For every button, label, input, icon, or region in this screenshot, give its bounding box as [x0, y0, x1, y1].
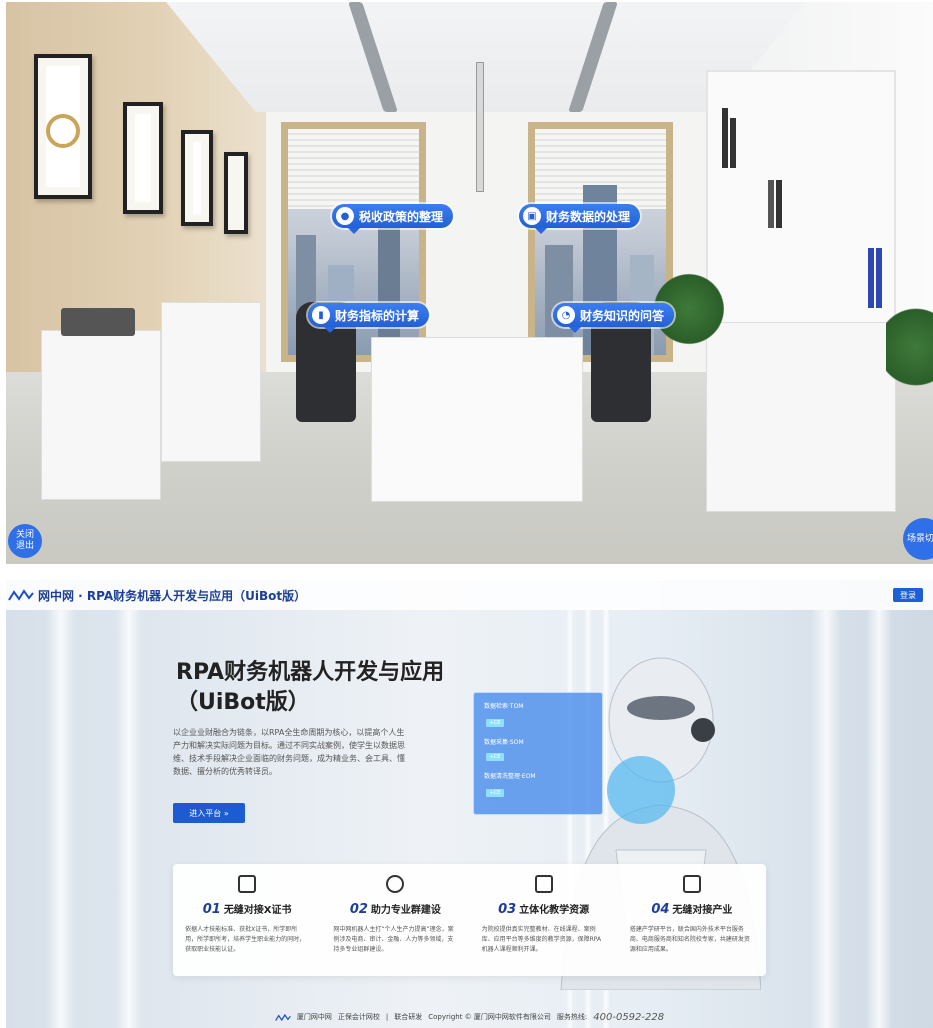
panel-row: 数据检索·TOM — [484, 703, 524, 710]
feature-item: 04 无缝对接产业 搭建产学研平台，联合国内外技术平台服务商、电商服务商和知名院校… — [618, 864, 766, 976]
feature-desc: 搭建产学研平台，联合国内外技术平台服务商、电商服务商和知名院校专家，共建研发资源… — [629, 926, 750, 953]
wall-frame — [34, 54, 92, 199]
top-navbar: 网中网 · RPA财务机器人开发与应用（UiBot版） 登录 — [6, 580, 933, 610]
hero-description: 以企业业财融合为链条，以RPA全生命周期为核心，以提高个人生产力和解决实际问题为… — [173, 728, 405, 776]
industry-icon — [682, 875, 701, 893]
enter-platform-button[interactable]: 进入平台 » — [173, 803, 245, 823]
light-pillar — [866, 610, 892, 1028]
people-icon — [386, 875, 405, 893]
footer-logo-wzw: 厦门网中网 — [296, 1013, 332, 1021]
feature-title-text: 立体化教学资源 — [519, 905, 590, 916]
hero-title: RPA财务机器人开发与应用 （UiBot版） — [176, 658, 444, 718]
feature-desc: 依据人才技能标准、获批X证书，所学即所用，所学即所考，培养学生职业能力的同时，获… — [185, 926, 306, 953]
left-cabinet — [161, 302, 261, 462]
left-cabinet — [41, 330, 161, 500]
feature-item: 02 助力专业群建设 网中网机器人主打“个人生产力提高”理念，案例涉及电商、审计、… — [321, 864, 469, 976]
potted-plant — [886, 292, 933, 402]
footer-separator: | — [385, 1013, 389, 1021]
resource-icon — [534, 875, 553, 893]
footer-copyright: Copyright © 厦门网中网软件有限公司 — [428, 1013, 551, 1021]
feature-number: 02 — [349, 902, 368, 917]
feature-item: 03 立体化教学资源 为院校提供真实完整教材、在线课程、案例库、应用平台等多维度的… — [470, 864, 618, 976]
hotspot-tax-policy[interactable]: ● 税收政策的整理 — [332, 204, 454, 234]
panel-chip: +CE — [486, 753, 504, 761]
landing-page: 网中网 · RPA财务机器人开发与应用（UiBot版） 登录 RPA财务机器人开… — [6, 580, 933, 1028]
pendant-light — [476, 62, 484, 192]
chat-icon: ◔ — [557, 306, 575, 324]
bookshelf — [706, 70, 896, 330]
footer-hotline-label: 服务热线: — [556, 1013, 588, 1021]
hotspot-financial-qa[interactable]: ◔ 财务知识的问答 — [553, 303, 675, 333]
pin-icon: ● — [336, 207, 354, 225]
wave-logo-icon — [274, 1013, 291, 1021]
hotspot-financial-data[interactable]: ▣ 财务数据的处理 — [519, 204, 641, 234]
wall-frame — [224, 152, 248, 234]
light-pillar — [116, 610, 142, 1028]
hotspot-label: 税收政策的整理 — [359, 209, 444, 224]
footer-logo-chinaacc: 正保会计网校 — [337, 1013, 380, 1021]
feature-number: 04 — [651, 902, 670, 917]
feature-title-text: 无缝对接产业 — [672, 905, 733, 916]
data-icon: ▣ — [523, 207, 541, 225]
feature-desc: 为院校提供真实完整教材、在线课程、案例库、应用平台等多维度的教学资源，保障RPA… — [481, 926, 602, 953]
feature-desc: 网中网机器人主打“个人生产力提高”理念，案例涉及电商、审计、金融、人力等多领域，… — [333, 926, 454, 953]
panel-chip: +CE — [486, 719, 504, 727]
light-pillar — [811, 610, 841, 1028]
light-pillar — [46, 610, 76, 1028]
wall-frame — [123, 102, 163, 214]
features-card: 01 无缝对接X证书 依据人才技能标准、获批X证书，所学即所用，所学即所考，培养学… — [173, 864, 766, 976]
panel-row: 数据清洗整理·EOM — [484, 773, 536, 780]
footer-coop: 联合研发 — [394, 1013, 423, 1021]
printer — [61, 308, 135, 336]
feature-title-text: 无缝对接X证书 — [223, 905, 292, 916]
footer-hotline: 400-0592-228 — [593, 1011, 665, 1023]
feature-title-text: 助力专业群建设 — [370, 905, 441, 916]
feature-title: 03 立体化教学资源 — [470, 901, 618, 917]
hotspot-label: 财务知识的问答 — [580, 308, 665, 323]
footer: 厦门网中网 正保会计网校 | 联合研发 Copyright © 厦门网中网软件有… — [6, 1006, 933, 1028]
feature-title: 01 无缝对接X证书 — [173, 901, 321, 917]
wall-frame — [181, 130, 213, 226]
login-button[interactable]: 登录 — [893, 588, 923, 602]
hotspot-label: 财务指标的计算 — [335, 308, 420, 323]
hero-title-line2: （UiBot版） — [176, 690, 310, 715]
hotspot-financial-indicators[interactable]: ▮ 财务指标的计算 — [308, 303, 430, 333]
panel-chip: +CE — [486, 789, 504, 797]
panel-row: 数据采集·SOM — [484, 739, 524, 746]
brand-logo[interactable]: 网中网 · RPA财务机器人开发与应用（UiBot版） — [8, 587, 306, 604]
feature-title: 02 助力专业群建设 — [321, 901, 469, 917]
brand-title: 网中网 · RPA财务机器人开发与应用（UiBot版） — [38, 588, 307, 603]
right-cabinet — [706, 322, 896, 512]
bar-chart-icon: ▮ — [312, 306, 330, 324]
hotspot-label: 财务数据的处理 — [546, 209, 631, 224]
wave-logo-icon — [8, 589, 34, 601]
office-scene[interactable]: ● 税收政策的整理 ▣ 财务数据的处理 ▮ 财务指标的计算 ◔ 财务知识的问答 关闭 退… — [6, 2, 933, 564]
data-panel: 数据检索·TOM +CE 数据采集·SOM +CE 数据清洗整理·EOM +CE — [473, 692, 603, 815]
close-exit-button[interactable]: 关闭 退出 — [8, 524, 42, 558]
feature-item: 01 无缝对接X证书 依据人才技能标准、获批X证书，所学即所用，所学即所考，培养学… — [173, 864, 321, 976]
hero-title-line1: RPA财务机器人开发与应用 — [176, 660, 445, 685]
desk — [371, 337, 583, 502]
certificate-icon — [238, 875, 257, 893]
feature-number: 01 — [202, 902, 221, 917]
feature-number: 03 — [498, 902, 517, 917]
feature-title: 04 无缝对接产业 — [618, 901, 766, 917]
